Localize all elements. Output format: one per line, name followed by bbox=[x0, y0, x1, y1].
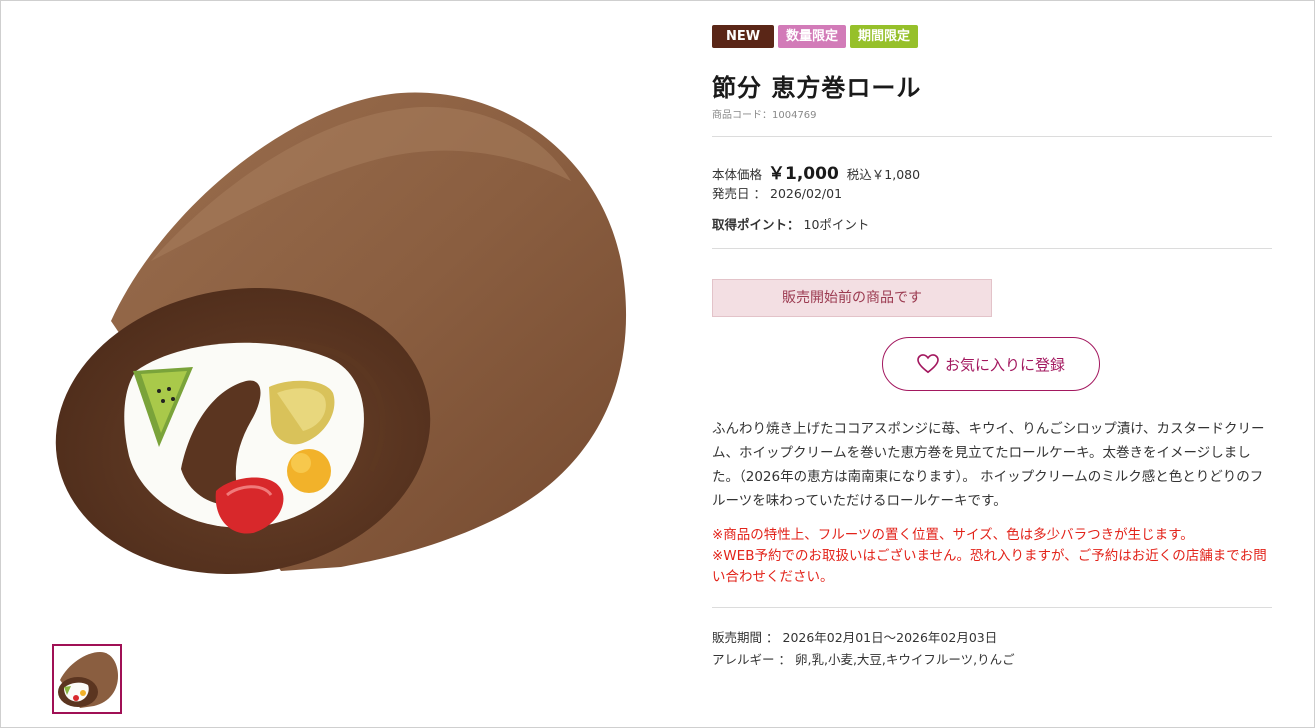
base-price-value: ￥1,000 bbox=[768, 164, 839, 184]
thumbnail-image bbox=[58, 652, 118, 708]
allergy-value: 卵,乳,小麦,大豆,キウイフルーツ,りんご bbox=[795, 652, 1015, 667]
product-description: ふんわり焼き上げたココアスポンジに苺、キウイ、りんごシロップ漬け、カスタードクリ… bbox=[712, 421, 1265, 509]
new-badge: NEW bbox=[712, 25, 774, 48]
points-value: 10ポイント bbox=[803, 217, 870, 232]
points-label: 取得ポイント： bbox=[712, 217, 800, 232]
sale-period-sep: ： bbox=[766, 630, 779, 645]
sale-period-label: 販売期間 bbox=[712, 630, 763, 645]
add-to-favorites-label: お気に入りに登録 bbox=[944, 355, 1065, 374]
product-code: 商品コード：1004769 bbox=[712, 110, 817, 121]
divider bbox=[712, 136, 1272, 137]
product-thumbnail[interactable] bbox=[52, 644, 122, 714]
tax-price-value: 税込￥1,080 bbox=[846, 167, 921, 182]
product-main-image bbox=[55, 92, 627, 575]
add-to-favorites-button[interactable]: お気に入りに登録 bbox=[882, 337, 1100, 391]
release-date-label: 発売日 bbox=[712, 186, 750, 201]
release-date-sep: ： bbox=[753, 186, 767, 201]
limited-period-badge: 期間限定 bbox=[850, 25, 919, 48]
warning-web-reservation: ※WEB予約でのお取扱いはございません。恐れ入りますが、ご予約はお近くの店舗まで… bbox=[712, 548, 1267, 585]
allergy-label: アレルギー bbox=[712, 652, 775, 667]
sale-period-row: 販売期間 ： 2026年02月01日～2026年02月03日 bbox=[712, 627, 997, 646]
price-row: 本体価格 ￥1,000 税込￥1,080 bbox=[712, 159, 920, 184]
sale-period-value: 2026年02月01日～2026年02月03日 bbox=[782, 630, 998, 645]
release-date-value: 2026/02/01 bbox=[770, 186, 843, 201]
points-row: 取得ポイント： 10ポイント bbox=[712, 214, 869, 233]
allergy-row: アレルギー ： 卵,乳,小麦,大豆,キウイフルーツ,りんご bbox=[712, 649, 1015, 668]
sale-status-notice: 販売開始前の商品です bbox=[712, 279, 992, 317]
divider bbox=[712, 607, 1272, 608]
warning-fruit-variation: ※商品の特性上、フルーツの置く位置、サイズ、色は多少バラつきが生じます。 bbox=[712, 527, 1194, 543]
product-page: NEW 数量限定 期間限定 節分 恵方巻ロール 商品コード：1004769 本体… bbox=[0, 0, 1315, 728]
product-title: 節分 恵方巻ロール bbox=[712, 74, 922, 102]
divider bbox=[712, 248, 1272, 249]
badge-group: NEW 数量限定 期間限定 bbox=[712, 25, 919, 48]
heart-icon bbox=[917, 354, 939, 374]
base-price-label: 本体価格 bbox=[712, 167, 763, 182]
release-date-row: 発売日 ： 2026/02/01 bbox=[712, 183, 842, 202]
allergy-sep: ： bbox=[778, 652, 792, 667]
limited-quantity-badge: 数量限定 bbox=[778, 25, 847, 48]
